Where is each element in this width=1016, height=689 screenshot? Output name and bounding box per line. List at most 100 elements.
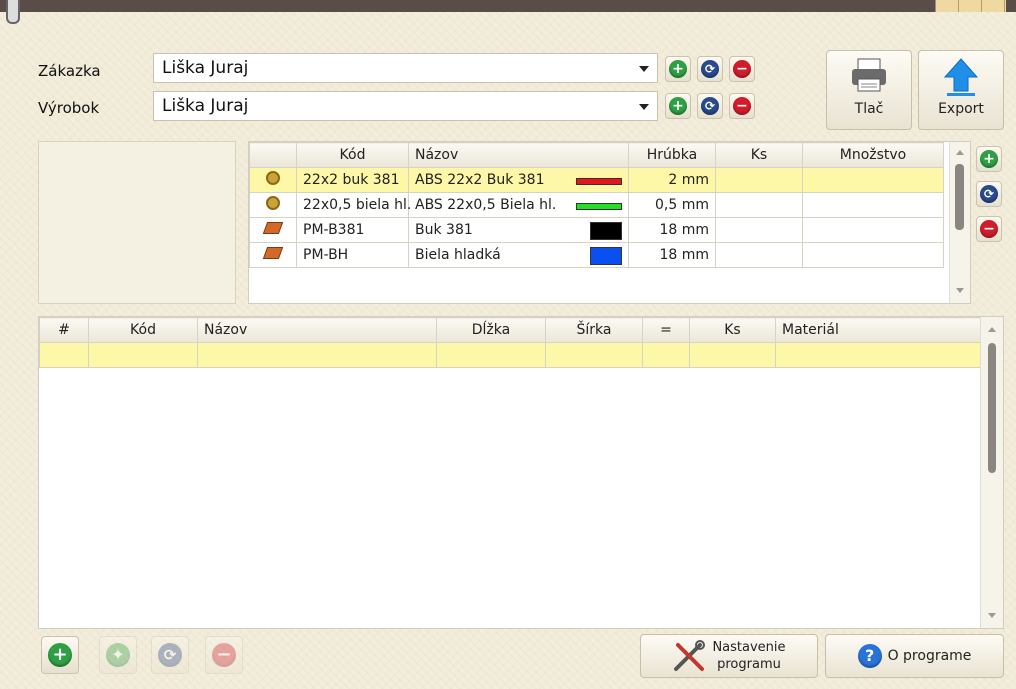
- header-nazov[interactable]: Názov: [408, 142, 629, 168]
- refresh-icon: ⟳: [158, 643, 182, 667]
- header-sirka[interactable]: Šírka: [545, 317, 643, 343]
- about-label: O programe: [887, 648, 972, 664]
- settings-label-line-1: Nastavenie: [712, 640, 786, 655]
- header-nazov[interactable]: Názov: [197, 317, 437, 343]
- cell-ks: [715, 217, 803, 243]
- header-hrubka[interactable]: Hrúbka: [628, 142, 716, 168]
- scroll-down-icon[interactable]: [956, 288, 964, 293]
- printer-icon: [852, 58, 886, 92]
- cell-equals[interactable]: [642, 342, 690, 368]
- parts-scrollbar[interactable]: [980, 317, 1003, 628]
- cell-qty: [802, 242, 944, 268]
- print-button[interactable]: Tlač: [826, 50, 912, 130]
- cell-code: 22x0,5 biela hl.: [296, 192, 411, 218]
- window-controls[interactable]: [935, 0, 1006, 12]
- cell-ks[interactable]: [689, 342, 776, 368]
- cell-thickness: 0,5 mm: [628, 192, 716, 218]
- remove-part-button[interactable]: −: [205, 636, 243, 674]
- cell-code: PM-B381: [296, 217, 409, 243]
- cell-name: Biela hladká: [408, 242, 629, 268]
- material-remove-button[interactable]: −: [976, 216, 1002, 242]
- cell-number[interactable]: [39, 342, 89, 368]
- vyrobok-add-button[interactable]: +: [665, 93, 691, 119]
- cell-length[interactable]: [436, 342, 546, 368]
- edit-part-button[interactable]: ⟳: [151, 636, 189, 674]
- header-mnozstvo[interactable]: Množstvo: [802, 142, 944, 168]
- cell-name[interactable]: [197, 342, 437, 368]
- export-button[interactable]: Export: [918, 50, 1004, 130]
- cell-thickness: 18 mm: [628, 242, 716, 268]
- about-button[interactable]: ? O programe: [825, 634, 1004, 678]
- scroll-up-icon[interactable]: [988, 327, 996, 332]
- cell-material[interactable]: [775, 342, 981, 368]
- remove-icon: −: [212, 643, 236, 667]
- tools-icon: [674, 640, 706, 671]
- cell-qty: [802, 192, 944, 218]
- add-icon: +: [48, 643, 72, 667]
- add-wizard-icon: ✦: [106, 643, 130, 667]
- table-row[interactable]: 22x2 buk 381 ABS 22x2 Buk 381 2 mm: [249, 167, 944, 193]
- cell-name-text: Biela hladká: [415, 247, 501, 263]
- settings-button[interactable]: Nastavenie programu: [640, 634, 818, 678]
- cell-code[interactable]: [88, 342, 198, 368]
- cell-width[interactable]: [545, 342, 643, 368]
- parts-table[interactable]: # Kód Názov Dĺžka Šírka = Ks Materiál: [38, 316, 1004, 629]
- zakazka-edit-button[interactable]: ⟳: [697, 56, 723, 82]
- parts-header-row: # Kód Názov Dĺžka Šírka = Ks Materiál: [39, 317, 981, 343]
- header-dlzka[interactable]: Dĺžka: [436, 317, 546, 343]
- header-kod[interactable]: Kód: [296, 142, 409, 168]
- materials-scrollbar[interactable]: [949, 142, 970, 303]
- header-ks[interactable]: Ks: [689, 317, 776, 343]
- scroll-thumb[interactable]: [955, 164, 964, 230]
- edge-band-icon: [249, 167, 297, 193]
- scroll-up-icon[interactable]: [956, 150, 964, 155]
- header-number[interactable]: #: [39, 317, 89, 343]
- cell-qty: [802, 167, 944, 193]
- cell-ks: [715, 192, 803, 218]
- header-material[interactable]: Materiál: [775, 317, 981, 343]
- zakazka-select[interactable]: Liška Juraj: [153, 53, 658, 83]
- header-kod[interactable]: Kód: [88, 317, 198, 343]
- header-icon-col: [249, 142, 297, 168]
- table-row[interactable]: [39, 342, 981, 368]
- remove-icon: −: [980, 220, 998, 238]
- zakazka-add-button[interactable]: +: [665, 56, 691, 82]
- material-add-button[interactable]: +: [976, 146, 1002, 172]
- remove-icon: −: [733, 60, 751, 78]
- header-ks[interactable]: Ks: [715, 142, 803, 168]
- edge-band-icon: [249, 192, 297, 218]
- zakazka-remove-button[interactable]: −: [729, 56, 755, 82]
- board-icon: [249, 217, 297, 243]
- cell-ks: [715, 167, 803, 193]
- vyrobok-label: Výrobok: [38, 99, 100, 117]
- upload-arrow-icon: [943, 58, 979, 96]
- scroll-thumb[interactable]: [988, 343, 996, 473]
- help-icon: ?: [857, 644, 882, 668]
- refresh-icon: ⟳: [701, 60, 719, 78]
- add-icon: +: [669, 97, 687, 115]
- add-part-button[interactable]: +: [41, 636, 79, 674]
- add-generated-button[interactable]: ✦: [99, 636, 137, 674]
- preview-panel: [38, 141, 236, 304]
- table-row[interactable]: PM-B381 Buk 381 18 mm: [249, 217, 944, 243]
- refresh-icon: ⟳: [701, 97, 719, 115]
- materials-header-row: Kód Názov Hrúbka Ks Množstvo: [249, 142, 944, 168]
- scroll-down-icon[interactable]: [988, 613, 996, 618]
- table-row[interactable]: PM-BH Biela hladká 18 mm: [249, 242, 944, 268]
- vyrobok-select[interactable]: Liška Juraj: [153, 91, 658, 121]
- material-edit-button[interactable]: ⟳: [976, 181, 1002, 207]
- vyrobok-remove-button[interactable]: −: [729, 93, 755, 119]
- zakazka-label: Zákazka: [38, 62, 101, 80]
- cell-name: Buk 381: [408, 217, 629, 243]
- settings-label: Nastavenie programu: [712, 639, 785, 673]
- add-icon: +: [669, 60, 687, 78]
- vyrobok-value: Liška Juraj: [162, 96, 249, 116]
- vyrobok-edit-button[interactable]: ⟳: [697, 93, 723, 119]
- cell-code: 22x2 buk 381: [296, 167, 409, 193]
- zakazka-value: Liška Juraj: [162, 58, 249, 78]
- materials-table[interactable]: Kód Názov Hrúbka Ks Množstvo 22x2 buk 38…: [248, 141, 971, 304]
- header-equals[interactable]: =: [642, 317, 690, 343]
- add-icon: +: [980, 150, 998, 168]
- table-row[interactable]: 22x0,5 biela hl. ABS 22x0,5 Biela hl. 0,…: [249, 192, 944, 218]
- board-icon: [249, 242, 297, 268]
